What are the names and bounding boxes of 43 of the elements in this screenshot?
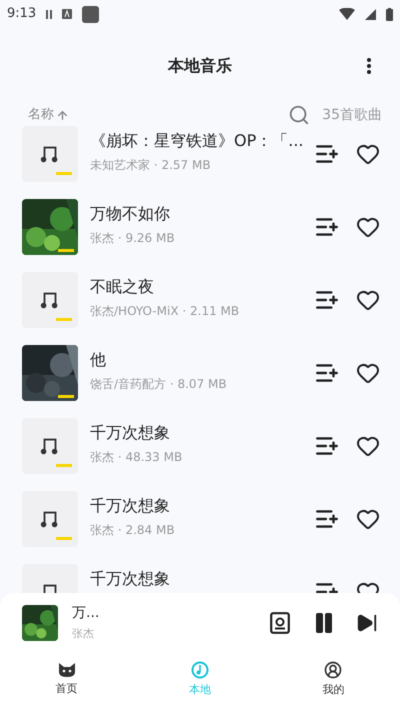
player-title: 万... <box>72 604 100 624</box>
song-count: 35首歌曲 <box>322 106 382 124</box>
signal-icon <box>365 8 376 20</box>
song-row[interactable]: 千万次想象 张杰 · 48.33 MB <box>0 409 400 482</box>
music-disc-icon <box>190 661 209 680</box>
song-title: 《崩坏：星穹铁道》OP：「... <box>90 131 304 151</box>
song-title: 千万次想象 <box>90 569 171 589</box>
song-title: 他 <box>90 350 107 370</box>
more-icon <box>367 58 371 74</box>
pause-status-icon <box>46 10 52 18</box>
app-status-icon <box>82 6 100 22</box>
battery-icon <box>386 8 393 20</box>
song-info: 张杰 · 2.84 MB <box>90 522 176 538</box>
song-row[interactable]: 万物不如你 张杰 · 9.26 MB <box>0 190 400 263</box>
search-button[interactable] <box>288 104 310 126</box>
page-title: 本地音乐 <box>168 55 232 77</box>
song-row[interactable]: 《崩坏：星穹铁道》OP：「... 未知艺术家 · 2.57 MB <box>0 126 400 190</box>
arrow-up-icon <box>56 108 69 122</box>
mini-player[interactable]: 万... 张杰 首页 本地 我的 <box>0 593 400 711</box>
song-title: 千万次想象 <box>90 496 171 516</box>
song-info: 张杰/HOYO-MiX · 2.11 MB <box>90 303 240 319</box>
cat-icon <box>58 662 76 678</box>
song-info: 张杰 · 48.33 MB <box>90 449 184 465</box>
song-title: 不眠之夜 <box>90 277 155 297</box>
wifi-icon <box>339 8 355 20</box>
song-title: 万物不如你 <box>90 204 171 224</box>
nav-tab[interactable]: 首页 <box>0 653 134 711</box>
player-artist: 张杰 <box>72 626 95 642</box>
song-info: 未知艺术家 · 2.57 MB <box>90 157 212 173</box>
song-title: 千万次想象 <box>90 423 171 443</box>
song-row[interactable]: 千万次想象 张杰 · 2.84 MB <box>0 482 400 555</box>
song-row[interactable]: 千万次想象 <box>0 555 400 593</box>
speaker-button[interactable] <box>270 612 290 634</box>
song-row[interactable]: 他 饶舌/音药配方 · 8.07 MB <box>0 336 400 409</box>
next-button[interactable] <box>356 612 378 634</box>
song-info: 饶舌/音药配方 · 8.07 MB <box>90 376 228 392</box>
user-icon <box>324 661 342 680</box>
song-info: 张杰 · 9.26 MB <box>90 230 176 246</box>
more-menu-button[interactable] <box>367 58 371 74</box>
nav-tab[interactable]: 我的 <box>266 653 400 711</box>
song-row[interactable]: 不眠之夜 张杰/HOYO-MiX · 2.11 MB <box>0 263 400 336</box>
keyboard-status-icon <box>62 9 72 19</box>
status-time: 9:13 <box>7 5 36 24</box>
